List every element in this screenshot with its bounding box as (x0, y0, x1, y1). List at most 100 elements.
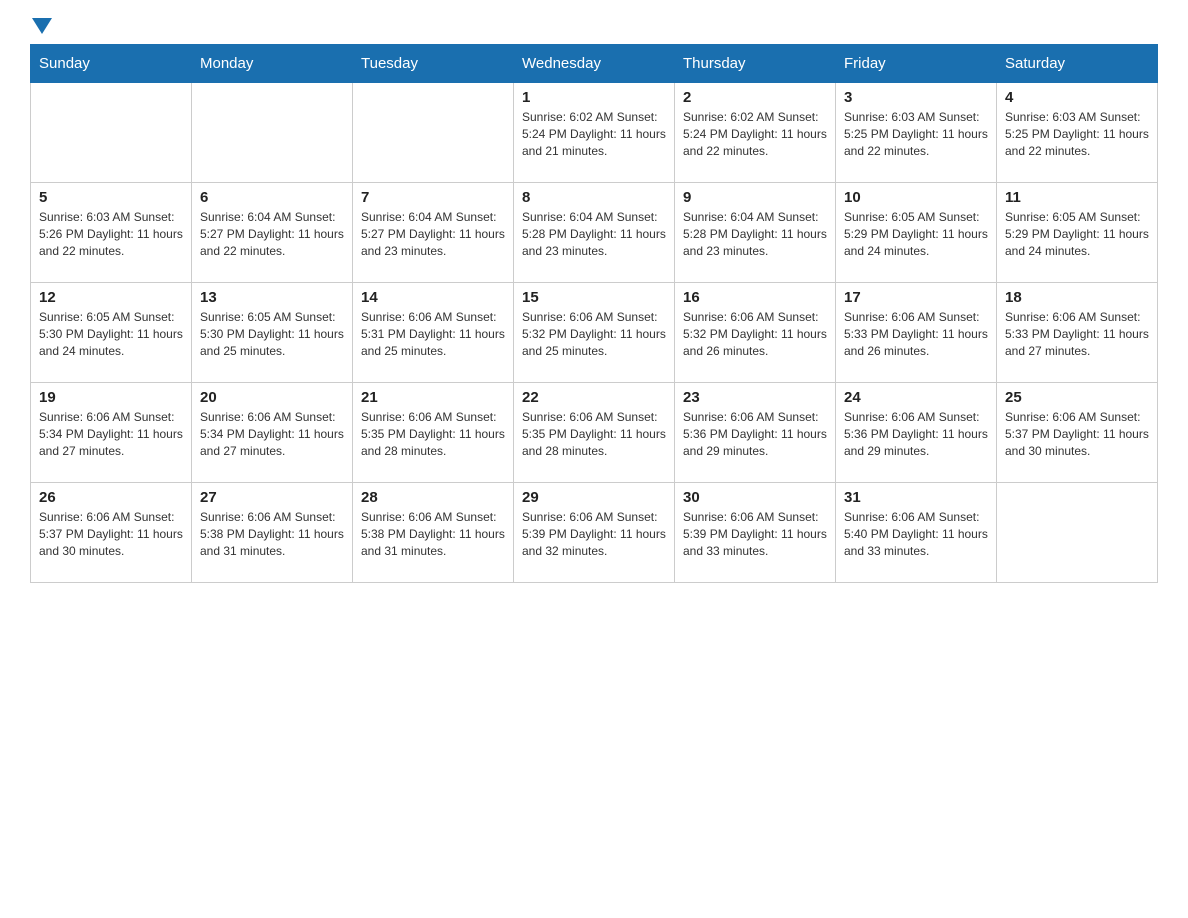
calendar-week-row: 26 Sunrise: 6:06 AM Sunset: 5:37 PM Dayli… (31, 483, 1158, 583)
calendar-cell: 25 Sunrise: 6:06 AM Sunset: 5:37 PM Dayli… (997, 383, 1158, 483)
calendar-week-row: 5 Sunrise: 6:03 AM Sunset: 5:26 PM Daylig… (31, 183, 1158, 283)
calendar-cell: 2 Sunrise: 6:02 AM Sunset: 5:24 PM Daylig… (675, 83, 836, 183)
day-number: 2 (683, 89, 827, 106)
day-number: 22 (522, 389, 666, 406)
calendar-cell: 1 Sunrise: 6:02 AM Sunset: 5:24 PM Daylig… (514, 83, 675, 183)
calendar-cell: 16 Sunrise: 6:06 AM Sunset: 5:32 PM Dayli… (675, 283, 836, 383)
calendar-cell: 11 Sunrise: 6:05 AM Sunset: 5:29 PM Dayli… (997, 183, 1158, 283)
logo-text (30, 20, 52, 34)
calendar-cell: 19 Sunrise: 6:06 AM Sunset: 5:34 PM Dayli… (31, 383, 192, 483)
day-number: 7 (361, 189, 505, 206)
logo-triangle-icon (32, 18, 52, 34)
day-number: 15 (522, 289, 666, 306)
calendar-cell: 28Sunrise: 6:06 AM Sunset: 5:38 PM Dayli… (353, 483, 514, 583)
calendar-cell: 29 Sunrise: 6:06 AM Sunset: 5:39 PM Dayli… (514, 483, 675, 583)
calendar-week-row: 12 Sunrise: 6:05 AM Sunset: 5:30 PM Dayli… (31, 283, 1158, 383)
day-info: Sunrise: 6:04 AM Sunset: 5:27 PM Dayligh… (200, 209, 344, 259)
day-info: Sunrise: 6:06 AM Sunset: 5:38 PM Dayligh… (361, 509, 505, 559)
calendar-cell: 24 Sunrise: 6:06 AM Sunset: 5:36 PM Dayli… (836, 383, 997, 483)
calendar-cell: 6 Sunrise: 6:04 AM Sunset: 5:27 PM Daylig… (192, 183, 353, 283)
calendar-cell: 4Sunrise: 6:03 AM Sunset: 5:25 PM Daylig… (997, 83, 1158, 183)
calendar-cell: 17 Sunrise: 6:06 AM Sunset: 5:33 PM Dayli… (836, 283, 997, 383)
calendar-cell: 22 Sunrise: 6:06 AM Sunset: 5:35 PM Dayli… (514, 383, 675, 483)
calendar-cell: 13 Sunrise: 6:05 AM Sunset: 5:30 PM Dayli… (192, 283, 353, 383)
day-info: Sunrise: 6:06 AM Sunset: 5:35 PM Dayligh… (522, 409, 666, 459)
day-number: 21 (361, 389, 505, 406)
day-number: 18 (1005, 289, 1149, 306)
day-number: 5 (39, 189, 183, 206)
day-info: Sunrise: 6:05 AM Sunset: 5:30 PM Dayligh… (200, 309, 344, 359)
day-number: 27 (200, 489, 344, 506)
calendar-week-row: 19 Sunrise: 6:06 AM Sunset: 5:34 PM Dayli… (31, 383, 1158, 483)
calendar-cell: 9Sunrise: 6:04 AM Sunset: 5:28 PM Daylig… (675, 183, 836, 283)
day-info: Sunrise: 6:06 AM Sunset: 5:34 PM Dayligh… (39, 409, 183, 459)
logo (30, 20, 52, 34)
day-info: Sunrise: 6:02 AM Sunset: 5:24 PM Dayligh… (683, 109, 827, 159)
day-number: 12 (39, 289, 183, 306)
calendar-week-row: 1 Sunrise: 6:02 AM Sunset: 5:24 PM Daylig… (31, 83, 1158, 183)
day-info: Sunrise: 6:06 AM Sunset: 5:33 PM Dayligh… (844, 309, 988, 359)
day-number: 10 (844, 189, 988, 206)
day-number: 6 (200, 189, 344, 206)
day-info: Sunrise: 6:06 AM Sunset: 5:34 PM Dayligh… (200, 409, 344, 459)
calendar-cell: 10Sunrise: 6:05 AM Sunset: 5:29 PM Dayli… (836, 183, 997, 283)
day-number: 23 (683, 389, 827, 406)
header-sunday: Sunday (31, 45, 192, 83)
day-number: 26 (39, 489, 183, 506)
calendar-cell: 7 Sunrise: 6:04 AM Sunset: 5:27 PM Daylig… (353, 183, 514, 283)
calendar-cell: 27 Sunrise: 6:06 AM Sunset: 5:38 PM Dayli… (192, 483, 353, 583)
calendar-table: Sunday Monday Tuesday Wednesday Thursday… (30, 44, 1158, 583)
header-saturday: Saturday (997, 45, 1158, 83)
day-info: Sunrise: 6:06 AM Sunset: 5:37 PM Dayligh… (1005, 409, 1149, 459)
day-info: Sunrise: 6:06 AM Sunset: 5:40 PM Dayligh… (844, 509, 988, 559)
header-tuesday: Tuesday (353, 45, 514, 83)
day-number: 11 (1005, 189, 1149, 206)
day-number: 1 (522, 89, 666, 106)
day-info: Sunrise: 6:02 AM Sunset: 5:24 PM Dayligh… (522, 109, 666, 159)
day-number: 25 (1005, 389, 1149, 406)
day-number: 20 (200, 389, 344, 406)
day-info: Sunrise: 6:04 AM Sunset: 5:28 PM Dayligh… (522, 209, 666, 259)
calendar-cell: 21Sunrise: 6:06 AM Sunset: 5:35 PM Dayli… (353, 383, 514, 483)
header-wednesday: Wednesday (514, 45, 675, 83)
header-friday: Friday (836, 45, 997, 83)
day-info: Sunrise: 6:05 AM Sunset: 5:29 PM Dayligh… (1005, 209, 1149, 259)
calendar-cell: 8 Sunrise: 6:04 AM Sunset: 5:28 PM Daylig… (514, 183, 675, 283)
day-info: Sunrise: 6:06 AM Sunset: 5:31 PM Dayligh… (361, 309, 505, 359)
day-info: Sunrise: 6:06 AM Sunset: 5:32 PM Dayligh… (683, 309, 827, 359)
calendar-cell: 12Sunrise: 6:05 AM Sunset: 5:30 PM Dayli… (31, 283, 192, 383)
day-number: 13 (200, 289, 344, 306)
day-info: Sunrise: 6:04 AM Sunset: 5:28 PM Dayligh… (683, 209, 827, 259)
day-info: Sunrise: 6:06 AM Sunset: 5:32 PM Dayligh… (522, 309, 666, 359)
day-info: Sunrise: 6:06 AM Sunset: 5:38 PM Dayligh… (200, 509, 344, 559)
day-info: Sunrise: 6:06 AM Sunset: 5:36 PM Dayligh… (844, 409, 988, 459)
day-info: Sunrise: 6:04 AM Sunset: 5:27 PM Dayligh… (361, 209, 505, 259)
day-info: Sunrise: 6:06 AM Sunset: 5:37 PM Dayligh… (39, 509, 183, 559)
calendar-cell: 23 Sunrise: 6:06 AM Sunset: 5:36 PM Dayli… (675, 383, 836, 483)
day-number: 30 (683, 489, 827, 506)
day-number: 19 (39, 389, 183, 406)
day-number: 29 (522, 489, 666, 506)
calendar-cell (31, 83, 192, 183)
calendar-cell (997, 483, 1158, 583)
calendar-cell: 30 Sunrise: 6:06 AM Sunset: 5:39 PM Dayli… (675, 483, 836, 583)
day-number: 8 (522, 189, 666, 206)
day-number: 24 (844, 389, 988, 406)
calendar-cell (353, 83, 514, 183)
header-thursday: Thursday (675, 45, 836, 83)
calendar-cell: 26 Sunrise: 6:06 AM Sunset: 5:37 PM Dayli… (31, 483, 192, 583)
day-number: 14 (361, 289, 505, 306)
day-number: 16 (683, 289, 827, 306)
day-info: Sunrise: 6:06 AM Sunset: 5:33 PM Dayligh… (1005, 309, 1149, 359)
day-info: Sunrise: 6:03 AM Sunset: 5:25 PM Dayligh… (844, 109, 988, 159)
day-info: Sunrise: 6:03 AM Sunset: 5:26 PM Dayligh… (39, 209, 183, 259)
day-info: Sunrise: 6:06 AM Sunset: 5:39 PM Dayligh… (683, 509, 827, 559)
page-header (30, 20, 1158, 34)
day-number: 3 (844, 89, 988, 106)
calendar-cell: 20 Sunrise: 6:06 AM Sunset: 5:34 PM Dayli… (192, 383, 353, 483)
calendar-cell: 14 Sunrise: 6:06 AM Sunset: 5:31 PM Dayli… (353, 283, 514, 383)
day-number: 17 (844, 289, 988, 306)
day-info: Sunrise: 6:06 AM Sunset: 5:39 PM Dayligh… (522, 509, 666, 559)
calendar-cell: 15 Sunrise: 6:06 AM Sunset: 5:32 PM Dayli… (514, 283, 675, 383)
day-info: Sunrise: 6:06 AM Sunset: 5:36 PM Dayligh… (683, 409, 827, 459)
